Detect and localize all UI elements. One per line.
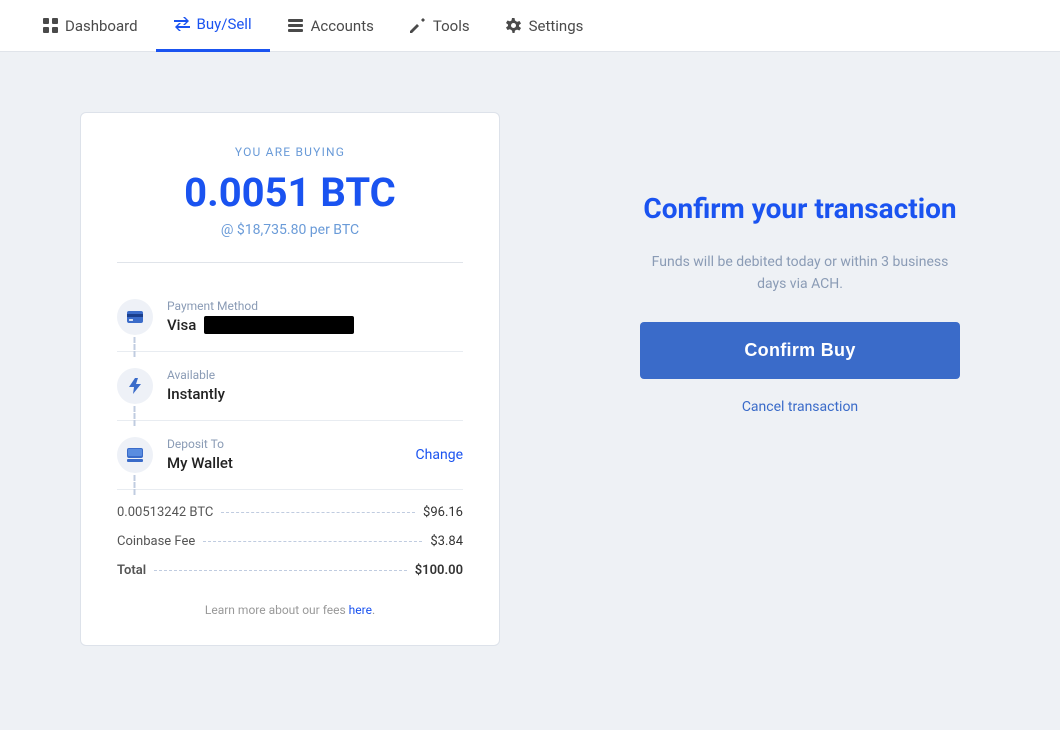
card-number-redacted bbox=[204, 316, 354, 334]
buy-confirmation-card: YOU ARE BUYING 0.0051 BTC @ $18,735.80 p… bbox=[80, 112, 500, 646]
fee-row-btc: 0.00513242 BTC $96.16 bbox=[117, 498, 463, 527]
fee-dots-total bbox=[154, 570, 407, 571]
nav-bar: Dashboard Buy/Sell Accounts Tools bbox=[0, 0, 1060, 52]
change-deposit-link[interactable]: Change bbox=[416, 447, 463, 463]
availability-label: Available bbox=[167, 368, 463, 382]
accounts-icon bbox=[288, 18, 304, 34]
fees-link[interactable]: here bbox=[349, 603, 372, 617]
confirm-panel: Confirm your transaction Funds will be d… bbox=[580, 112, 1020, 415]
nav-item-tools[interactable]: Tools bbox=[392, 0, 488, 52]
deposit-icon bbox=[117, 437, 153, 473]
fee-dots-btc bbox=[221, 512, 415, 513]
availability-row: Available Instantly bbox=[117, 352, 463, 421]
fee-total-label: Total bbox=[117, 563, 146, 578]
footer-suffix: . bbox=[372, 603, 375, 617]
fee-total-amount: $100.00 bbox=[415, 563, 463, 578]
card-footer: Learn more about our fees here. bbox=[117, 603, 463, 617]
fees-section: 0.00513242 BTC $96.16 Coinbase Fee $3.84… bbox=[117, 498, 463, 585]
payment-method-value: Visa bbox=[167, 316, 463, 334]
deposit-row: Deposit To My Wallet Change bbox=[117, 421, 463, 490]
fee-btc-amount: $96.16 bbox=[423, 505, 463, 520]
fee-btc-label: 0.00513242 BTC bbox=[117, 505, 213, 520]
availability-content: Available Instantly bbox=[167, 368, 463, 403]
deposit-label: Deposit To bbox=[167, 437, 402, 451]
payment-method-label: Payment Method bbox=[167, 299, 463, 313]
buying-label: YOU ARE BUYING bbox=[117, 145, 463, 159]
nav-label-accounts: Accounts bbox=[311, 17, 374, 35]
availability-value: Instantly bbox=[167, 385, 463, 403]
buying-amount: 0.0051 BTC bbox=[117, 169, 463, 216]
nav-item-settings[interactable]: Settings bbox=[488, 0, 602, 52]
fee-row-total: Total $100.00 bbox=[117, 556, 463, 585]
deposit-value: My Wallet bbox=[167, 454, 402, 472]
nav-label-buysell: Buy/Sell bbox=[197, 15, 252, 33]
payment-method-content: Payment Method Visa bbox=[167, 299, 463, 334]
fee-row-coinbase: Coinbase Fee $3.84 bbox=[117, 527, 463, 556]
grid-icon bbox=[42, 18, 58, 34]
tools-icon bbox=[410, 18, 426, 34]
buying-rate: @ $18,735.80 per BTC bbox=[117, 222, 463, 238]
nav-item-buysell[interactable]: Buy/Sell bbox=[156, 0, 270, 52]
availability-icon bbox=[117, 368, 153, 404]
fee-coinbase-amount: $3.84 bbox=[430, 534, 463, 549]
confirm-buy-button[interactable]: Confirm Buy bbox=[640, 322, 960, 379]
confirm-description: Funds will be debited today or within 3 … bbox=[650, 251, 950, 296]
nav-item-accounts[interactable]: Accounts bbox=[270, 0, 392, 52]
nav-label-settings: Settings bbox=[529, 17, 584, 35]
payment-icon bbox=[117, 299, 153, 335]
settings-icon bbox=[506, 18, 522, 34]
main-content: YOU ARE BUYING 0.0051 BTC @ $18,735.80 p… bbox=[0, 52, 1060, 686]
nav-item-dashboard[interactable]: Dashboard bbox=[24, 0, 156, 52]
buysell-icon bbox=[174, 16, 190, 32]
footer-text: Learn more about our fees bbox=[205, 603, 349, 617]
nav-label-tools: Tools bbox=[433, 17, 470, 35]
cancel-transaction-link[interactable]: Cancel transaction bbox=[742, 399, 858, 415]
deposit-content: Deposit To My Wallet bbox=[167, 437, 402, 472]
payment-method-row: Payment Method Visa bbox=[117, 283, 463, 352]
top-divider bbox=[117, 262, 463, 263]
confirm-title: Confirm your transaction bbox=[643, 192, 956, 225]
fee-dots-coinbase bbox=[203, 541, 422, 542]
nav-label-dashboard: Dashboard bbox=[65, 17, 138, 35]
fee-coinbase-label: Coinbase Fee bbox=[117, 534, 195, 549]
